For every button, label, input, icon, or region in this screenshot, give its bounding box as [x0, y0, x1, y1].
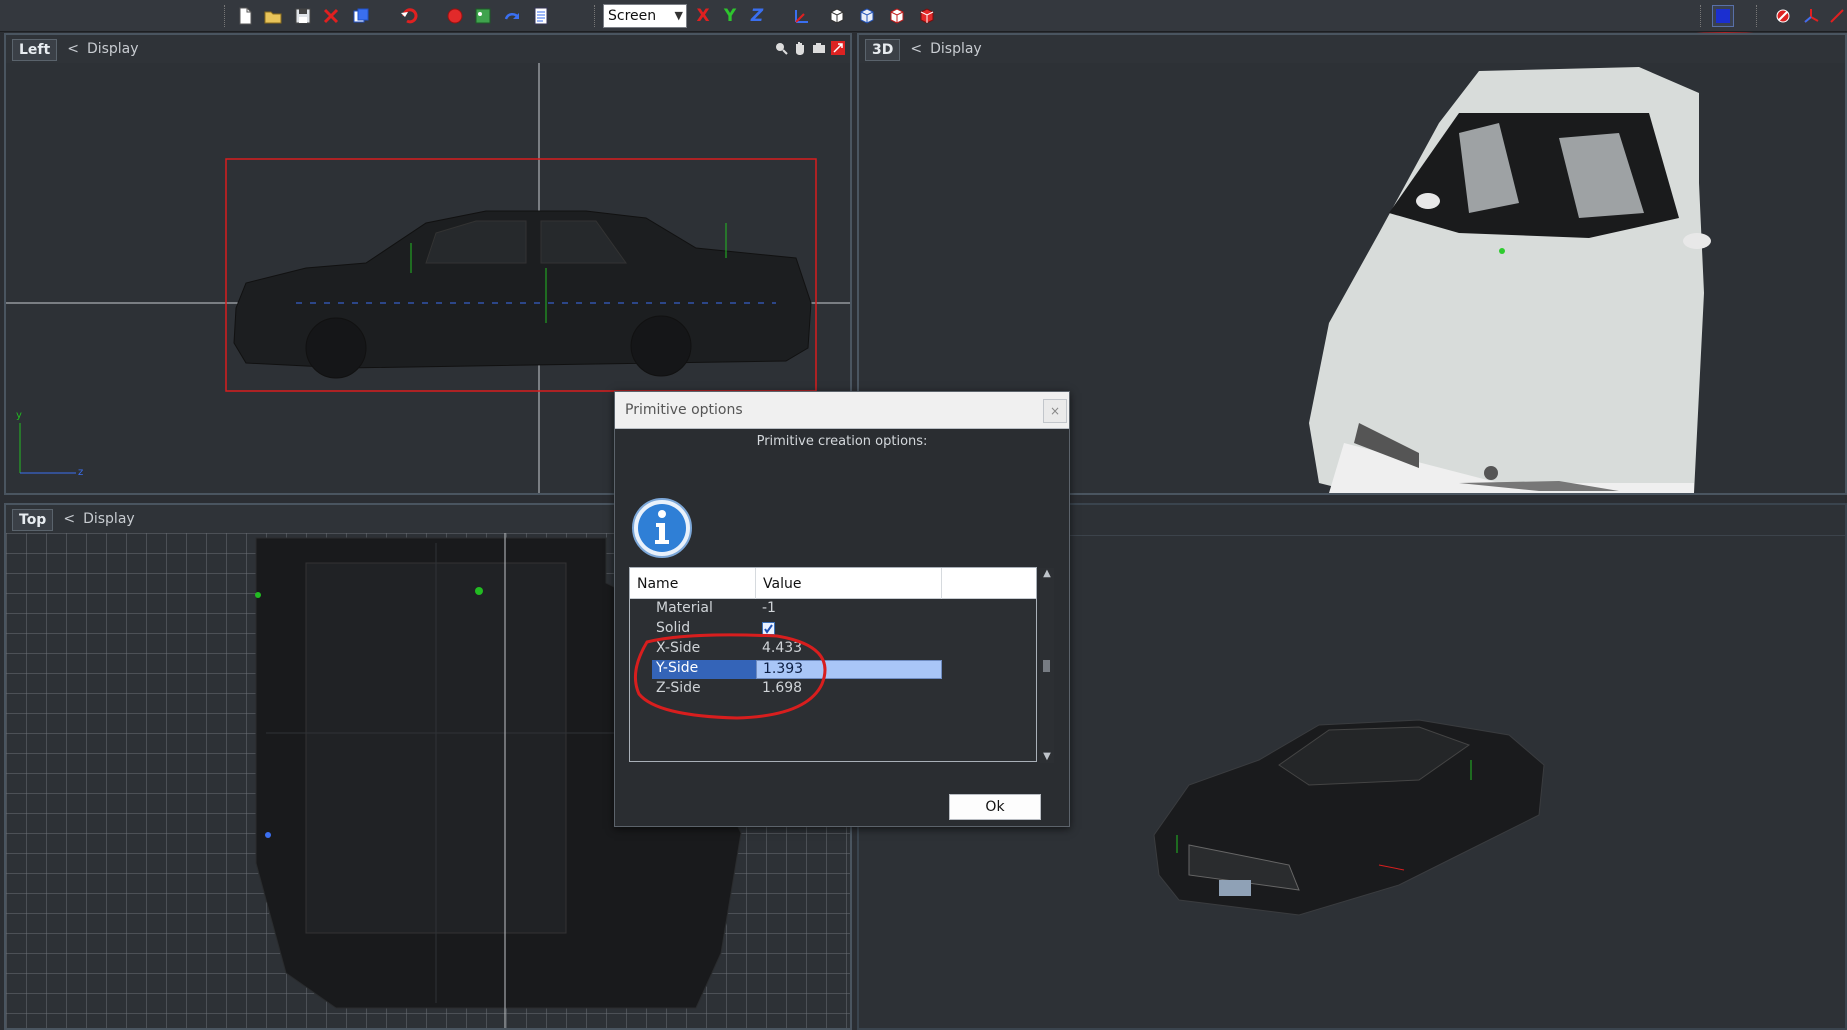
chevron-down-icon: ▼ — [674, 9, 683, 22]
redo-icon[interactable] — [502, 5, 524, 27]
cube-white-icon[interactable] — [916, 5, 938, 27]
property-row-material[interactable]: Material -1 — [630, 599, 942, 619]
cube-red-icon[interactable] — [886, 5, 908, 27]
property-name: Material — [656, 600, 713, 616]
viewport-name-label[interactable]: 3D — [865, 39, 901, 61]
axis-z-button[interactable]: Z — [746, 4, 768, 28]
property-value[interactable]: 4.433 — [756, 640, 942, 659]
image-icon[interactable] — [472, 5, 494, 27]
viewport-nav-arrow[interactable]: < — [910, 41, 922, 57]
property-row-z-side[interactable]: Z-Side 1.698 — [630, 679, 942, 699]
property-value-editor[interactable]: 1.393 — [756, 660, 942, 679]
property-value[interactable]: -1 — [756, 600, 942, 619]
viewport-name-label[interactable]: Left — [12, 39, 58, 61]
viewport-name-label[interactable]: Top — [12, 509, 54, 531]
undo-icon[interactable] — [398, 5, 420, 27]
delete-icon[interactable] — [320, 5, 342, 27]
property-name: X-Side — [656, 640, 701, 656]
scroll-down-icon[interactable]: ▼ — [1041, 751, 1053, 763]
copy-icon[interactable] — [350, 5, 372, 27]
viewport-nav-arrow[interactable]: < — [63, 511, 75, 527]
cube-icon[interactable] — [826, 5, 848, 27]
dialog-titlebar[interactable]: Primitive options × — [615, 392, 1069, 429]
camera-icon[interactable] — [811, 40, 827, 56]
coordinate-space-select[interactable]: Screen ▼ — [603, 4, 687, 28]
render-mode-icon[interactable] — [1712, 5, 1734, 27]
close-button[interactable]: × — [1043, 399, 1067, 423]
toolbar-grip[interactable] — [1700, 5, 1703, 27]
display-menu[interactable]: Display — [87, 41, 139, 57]
property-value[interactable]: 1.698 — [756, 680, 942, 699]
property-name: Y-Side — [652, 660, 756, 679]
primitive-options-dialog: Primitive options × Primitive creation o… — [614, 391, 1070, 827]
property-name: Solid — [656, 620, 691, 636]
column-header-name[interactable]: Name — [630, 568, 756, 599]
record-icon[interactable] — [444, 5, 466, 27]
solid-checkbox[interactable] — [762, 622, 775, 635]
document-icon[interactable] — [530, 5, 552, 27]
property-grid-scrollbar[interactable]: ▲ ▼ — [1040, 568, 1054, 763]
scroll-thumb[interactable] — [1043, 660, 1050, 672]
property-row-solid[interactable]: Solid — [630, 619, 942, 639]
toolbar-grip[interactable] — [224, 5, 227, 27]
property-row-x-side[interactable]: X-Side 4.433 — [630, 639, 942, 659]
column-header-value[interactable]: Value — [756, 568, 942, 599]
axes-icon[interactable] — [791, 5, 813, 27]
property-grid-header: Name Value — [630, 568, 1036, 599]
info-icon — [631, 497, 693, 559]
toolbar-grip[interactable] — [1756, 5, 1759, 27]
main-toolbar: Screen ▼ X Y Z — [0, 0, 1847, 37]
checkmark-icon — [764, 624, 773, 634]
app-window: Screen ▼ X Y Z Left < Display y z 3D < D… — [0, 0, 1847, 1030]
cube-outline-icon[interactable] — [856, 5, 878, 27]
axis-label-y: y — [16, 410, 22, 421]
pan-hand-icon[interactable] — [792, 40, 808, 56]
axis-x-button[interactable]: X — [692, 4, 714, 28]
property-grid[interactable]: Name Value Material -1 Solid X-Side 4.43… — [629, 567, 1054, 763]
toolbar-grip[interactable] — [594, 5, 597, 27]
display-menu[interactable]: Display — [83, 511, 135, 527]
scroll-up-icon[interactable]: ▲ — [1041, 568, 1053, 580]
maximize-icon[interactable] — [830, 40, 846, 56]
axes-small-icon[interactable] — [1826, 5, 1847, 27]
axis-y-button[interactable]: Y — [719, 4, 741, 28]
save-icon[interactable] — [292, 5, 314, 27]
tools-icon[interactable] — [1772, 5, 1794, 27]
viewport-header: 3D < Display — [859, 35, 1845, 63]
axis-label-z: z — [78, 467, 83, 478]
new-file-icon[interactable] — [234, 5, 256, 27]
viewport-header: Left < Display — [6, 35, 850, 63]
ok-button[interactable]: Ok — [949, 794, 1041, 820]
transform-gizmo-icon[interactable] — [1800, 5, 1822, 27]
viewport-nav-arrow[interactable]: < — [67, 41, 79, 57]
license-plate — [1219, 880, 1251, 896]
dialog-title: Primitive options — [625, 402, 743, 418]
dialog-subtitle: Primitive creation options: — [756, 434, 928, 449]
open-folder-icon[interactable] — [262, 5, 284, 27]
coordinate-space-value: Screen — [608, 8, 657, 24]
display-menu[interactable]: Display — [930, 41, 982, 57]
property-name: Z-Side — [656, 680, 701, 696]
viewport-tools — [773, 40, 846, 56]
property-row-y-side[interactable]: Y-Side 1.393 — [630, 659, 942, 679]
zoom-icon[interactable] — [773, 40, 789, 56]
